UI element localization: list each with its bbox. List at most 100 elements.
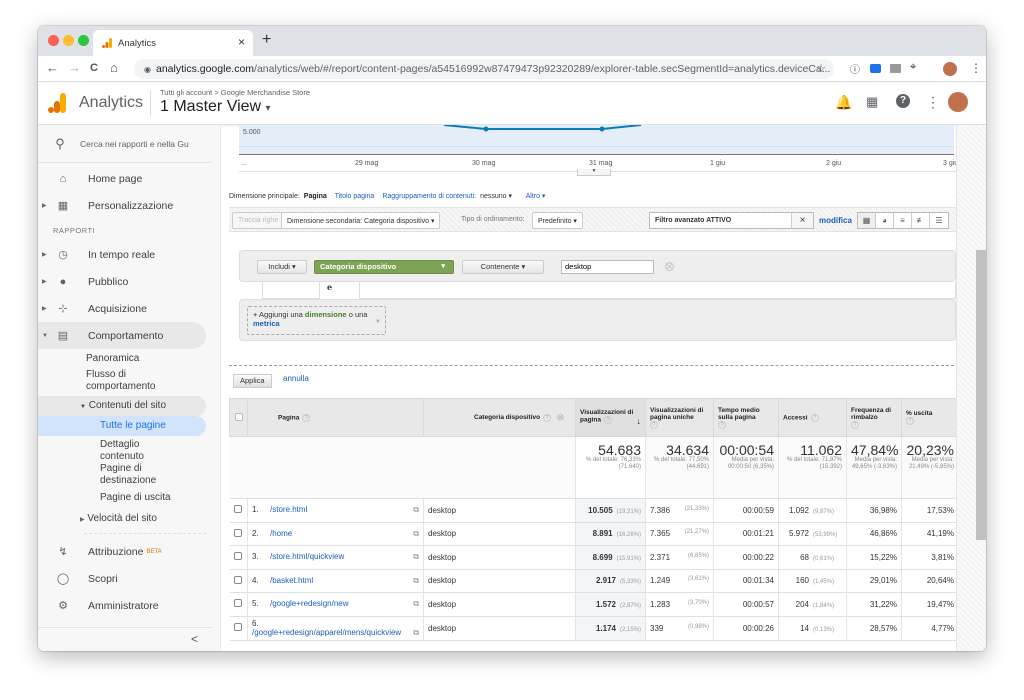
chart-expand-handle[interactable]: ▼ <box>577 169 611 176</box>
comparison-view-icon[interactable]: ≢ <box>912 213 930 228</box>
open-page-icon[interactable]: ⧉ <box>413 599 419 609</box>
sidebar-item-home[interactable]: ⌂ Home page <box>38 165 220 192</box>
sidebar-item-audience[interactable]: ▶ ● Pubblico <box>38 268 220 295</box>
page-link[interactable]: /google+redesign/apparel/mens/quickview <box>252 628 401 637</box>
open-page-icon[interactable]: ⧉ <box>413 505 419 515</box>
column-header-page[interactable]: Pagina? <box>247 398 424 437</box>
more-menu-icon[interactable]: ⋮ <box>926 94 940 111</box>
open-page-icon[interactable]: ⧉ <box>413 576 419 586</box>
sidebar-item-overview[interactable]: Panoramica <box>38 353 220 369</box>
url-input[interactable]: ◉ analytics.google.com/analytics/web/#/r… <box>134 59 834 79</box>
extension-screenshot-icon[interactable]: ⌖ <box>910 61 916 74</box>
performance-view-icon[interactable]: ≡ <box>894 213 912 228</box>
other-dimensions-link[interactable]: Altro ▾ <box>526 193 546 200</box>
sidebar-item-customization[interactable]: ▶ ▦ Personalizzazione <box>38 192 220 219</box>
open-page-icon[interactable]: ⧉ <box>413 628 419 638</box>
sort-type-select[interactable]: Predefinito ▾ <box>532 212 583 229</box>
page-link[interactable]: /home <box>270 529 292 538</box>
collapse-sidebar-button[interactable]: < <box>38 627 212 651</box>
close-window-button[interactable] <box>48 35 59 46</box>
extension-code-icon[interactable] <box>890 64 901 73</box>
column-header-pageviews[interactable]: Visualizzazioni di pagina? ↓ <box>575 398 646 437</box>
content-grouping-link[interactable]: Raggruppamento di contenuti: <box>382 193 476 200</box>
help-icon[interactable]: ? <box>896 94 910 108</box>
sidebar-item-realtime[interactable]: ▶ ◷ In tempo reale <box>38 241 220 268</box>
pivot-view-icon[interactable]: ☰ <box>930 213 948 228</box>
extension-1password-icon[interactable]: ⓘ <box>850 61 860 76</box>
vertical-scrollbar[interactable] <box>956 125 986 651</box>
row-checkbox[interactable] <box>234 528 243 537</box>
column-header-device-category[interactable]: Categoria dispositivo? ⨂ <box>423 398 576 437</box>
minimize-window-button[interactable] <box>63 35 74 46</box>
bookmark-star-icon[interactable]: ☆ <box>816 62 826 75</box>
sidebar-item-discover[interactable]: ◯ Scopri <box>38 565 220 592</box>
sidebar-item-admin[interactable]: ⚙ Amministratore <box>38 592 220 619</box>
dimension-select[interactable]: Categoria dispositivo ▾ <box>314 260 454 274</box>
page-link[interactable]: /basket.html <box>270 576 313 585</box>
include-select[interactable]: Includi ▾ <box>257 260 307 274</box>
back-icon[interactable]: ← <box>46 60 59 75</box>
page-link[interactable]: /google+redesign/new <box>270 599 349 608</box>
secondary-dimension-select[interactable]: Dimensione secondaria: Categoria disposi… <box>281 212 441 229</box>
row-checkbox[interactable] <box>234 575 243 584</box>
scrollbar-thumb[interactable] <box>976 250 986 540</box>
cancel-link[interactable]: annulla <box>283 374 309 383</box>
dimension-page[interactable]: Pagina <box>304 193 327 200</box>
breadcrumb[interactable]: Tutti gli account > Google Merchandise S… <box>160 88 310 97</box>
sidebar-item-exit-pages[interactable]: Pagine di uscita <box>38 492 220 504</box>
column-header-bounce-rate[interactable]: Frequenza di rimbalzo? <box>846 398 902 437</box>
help-icon[interactable]: ? <box>543 413 552 422</box>
remove-dimension-icon[interactable]: ⨂ <box>557 414 564 421</box>
help-icon[interactable]: ? <box>810 413 819 422</box>
row-checkbox[interactable] <box>234 623 243 631</box>
browser-menu-icon[interactable]: ⋮ <box>970 61 982 75</box>
home-icon[interactable]: ⌂ <box>110 60 118 75</box>
row-checkbox[interactable] <box>234 505 243 514</box>
edit-filter-link[interactable]: modifica <box>819 216 852 225</box>
open-page-icon[interactable]: ⧉ <box>413 529 419 539</box>
help-icon[interactable]: ? <box>603 416 612 424</box>
browser-tab[interactable]: Analytics × <box>93 30 253 56</box>
clear-filter-button[interactable]: × <box>791 213 813 228</box>
column-header-avg-time[interactable]: Tempo medio sulla pagina? <box>713 398 779 437</box>
add-dimension-or-metric-button[interactable]: + Aggiungi una dimensione o una metrica … <box>247 306 386 335</box>
filter-value-input[interactable]: desktop <box>561 260 654 274</box>
column-header-unique-pageviews[interactable]: Visualizzazioni di pagina uniche? <box>645 398 714 437</box>
apps-grid-icon[interactable]: ▦ <box>866 94 878 110</box>
table-view-icon[interactable]: ▦ <box>858 213 876 228</box>
sort-desc-icon[interactable]: ↓ <box>637 416 642 426</box>
apply-button[interactable]: Applica <box>233 374 272 388</box>
help-icon[interactable]: ? <box>718 420 726 429</box>
extension-blue-icon[interactable] <box>870 64 881 73</box>
sidebar-item-content-drilldown[interactable]: Dettaglio contenuto <box>38 439 158 463</box>
user-avatar[interactable] <box>948 92 968 112</box>
column-header-exit-rate[interactable]: % uscita? <box>901 398 956 437</box>
notifications-bell-icon[interactable]: 🔔 <box>835 94 852 111</box>
remove-condition-icon[interactable]: ⨂ <box>665 261 674 272</box>
open-page-icon[interactable]: ⧉ <box>413 552 419 562</box>
pie-view-icon[interactable]: ◕ <box>876 213 894 228</box>
content-grouping-select[interactable]: nessuno ▾ <box>480 193 512 200</box>
page-link[interactable]: /store.html/quickview <box>270 552 344 561</box>
help-icon[interactable]: ? <box>650 420 658 429</box>
row-checkbox[interactable] <box>234 552 243 561</box>
maximize-window-button[interactable] <box>78 35 89 46</box>
dimension-page-title[interactable]: Titolo pagina <box>335 193 375 200</box>
close-tab-icon[interactable]: × <box>238 35 245 49</box>
help-icon[interactable]: ? <box>851 420 859 429</box>
advanced-filter-field[interactable]: Filtro avanzato ATTIVO × <box>649 212 814 229</box>
profile-avatar[interactable] <box>943 62 957 76</box>
sidebar-item-attribution[interactable]: ↯ Attribuzione BETA <box>38 538 220 565</box>
help-icon[interactable]: ? <box>302 413 311 422</box>
sidebar-item-all-pages[interactable]: Tutte le pagine <box>38 416 206 436</box>
match-type-select[interactable]: Contenente ▾ <box>462 260 544 274</box>
sidebar-item-site-content[interactable]: ▼ Contenuti del sito <box>38 396 206 416</box>
select-all-checkbox[interactable] <box>234 412 243 421</box>
sidebar-search[interactable]: ⚲ Cerca nei rapporti e nella Gu <box>38 125 212 163</box>
help-icon[interactable]: ? <box>906 417 914 425</box>
sidebar-item-behavior-flow[interactable]: Flusso di comportamento <box>38 369 155 396</box>
reload-icon[interactable]: C <box>90 62 98 74</box>
plot-rows-button[interactable]: Traccia righe <box>232 212 285 229</box>
page-link[interactable]: /store.html <box>270 505 307 514</box>
row-checkbox[interactable] <box>234 599 243 608</box>
